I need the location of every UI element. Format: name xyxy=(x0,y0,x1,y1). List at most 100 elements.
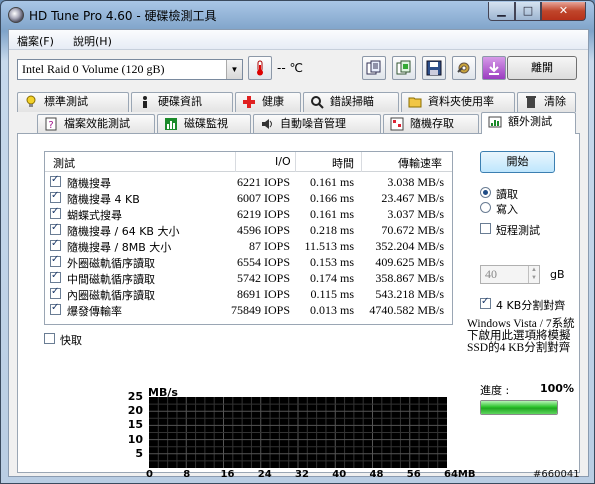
throughput-graph: MB/s 25 20 15 10 5 0 8 16 24 32 40 48 56 64MB xyxy=(18,374,476,480)
extra-tests-panel: 測試 I/O 時間 傳輸速率 隨機搜尋 6221 IOPS 0.161 ms 3.03… xyxy=(17,133,580,480)
row-checkbox[interactable] xyxy=(50,222,61,235)
read-radio-label: 讀取 xyxy=(496,188,518,201)
progress-value: 100% xyxy=(540,382,574,395)
x-tick-label: 48 xyxy=(369,469,384,480)
drive-select[interactable]: Intel Raid 0 Volume (120 gB) ▼ xyxy=(17,59,243,80)
progress-label: 進度 : xyxy=(480,384,510,397)
row-rate: 358.867 MB/s xyxy=(375,271,444,285)
maximize-button[interactable]: □ xyxy=(515,2,541,21)
quick-scan-label: 快取 xyxy=(60,334,82,347)
x-tick-label: 32 xyxy=(295,469,309,480)
tab-label: 標準測試 xyxy=(44,95,88,108)
row-test-name: 爆發傳輸率 xyxy=(67,305,122,318)
table-row[interactable]: 隨機搜尋 6221 IOPS 0.161 ms 3.038 MB/s xyxy=(45,174,452,190)
extra-tests-icon xyxy=(488,116,502,128)
row-io: 8691 IOPS xyxy=(236,287,290,301)
row-rate: 4740.582 MB/s xyxy=(369,303,444,317)
table-row[interactable]: 隨機搜尋 4 KB 6007 IOPS 0.166 ms 23.467 MB/s xyxy=(45,190,452,206)
info-icon xyxy=(143,96,147,108)
row-checkbox[interactable] xyxy=(50,190,61,203)
menu-file[interactable]: 檔案(F) xyxy=(17,33,54,49)
thermometer-icon xyxy=(248,56,272,80)
minimize-button[interactable]: ▁ xyxy=(488,2,515,21)
results-header: 測試 I/O 時間 傳輸速率 xyxy=(45,152,452,172)
table-row[interactable]: 中間磁軌循序讀取 5742 IOPS 0.174 ms 358.867 MB/s xyxy=(45,270,452,286)
row-checkbox[interactable] xyxy=(50,286,61,299)
settings-icon[interactable] xyxy=(452,56,476,80)
row-io: 75849 IOPS xyxy=(230,303,290,317)
tab-health[interactable]: 健康 xyxy=(235,92,301,112)
table-row[interactable]: 隨機搜尋 / 8MB 大小 87 IOPS 11.513 ms 352.204 MB/… xyxy=(45,238,452,254)
align-4kb-checkbox[interactable] xyxy=(480,296,491,309)
client-area: 檔案(F) 說明(H) Intel Raid 0 Volume (120 gB)… xyxy=(8,29,589,480)
table-row[interactable]: 隨機搜尋 / 64 KB 大小 4596 IOPS 0.218 ms 70.672 M… xyxy=(45,222,452,238)
tab-acoustic-management[interactable]: 自動噪音管理 xyxy=(253,114,381,134)
tab-benchmark[interactable]: 標準測試 xyxy=(17,92,129,112)
tab-disk-monitor[interactable]: 磁碟監視 xyxy=(157,114,251,134)
download-icon[interactable] xyxy=(482,56,506,80)
y-tick-label: 5 xyxy=(135,446,143,460)
table-row[interactable]: 內圈磁軌循序讀取 8691 IOPS 0.115 ms 543.218 MB/s xyxy=(45,286,452,302)
short-test-checkbox[interactable] xyxy=(480,223,491,234)
table-row[interactable]: 外圈磁軌循序讀取 6554 IOPS 0.153 ms 409.625 MB/s xyxy=(45,254,452,270)
row-time: 0.115 ms xyxy=(310,287,354,301)
row-checkbox[interactable] xyxy=(50,238,61,251)
short-test-label: 短程測試 xyxy=(496,224,540,237)
table-row[interactable]: 爆發傳輸率 75849 IOPS 0.013 ms 4740.582 MB/s xyxy=(45,302,452,318)
row-test-name: 中間磁軌循序讀取 xyxy=(67,273,155,286)
quick-scan-checkbox[interactable] xyxy=(44,333,55,344)
row-checkbox[interactable] xyxy=(50,254,61,267)
write-radio-indicator[interactable] xyxy=(480,202,491,213)
y-tick-label: 15 xyxy=(127,418,143,432)
spinner-arrows-icon[interactable]: ▲ ▼ xyxy=(528,266,539,283)
tab-folder-usage[interactable]: 資料夾使用率 xyxy=(401,92,515,112)
header-time: 時間 xyxy=(332,157,354,170)
drive-select-value: Intel Raid 0 Volume (120 gB) xyxy=(22,62,165,76)
row-rate: 70.672 MB/s xyxy=(381,223,444,237)
title-bar[interactable]: HD Tune Pro 4.60 - 硬碟檢測工具 ▁ □ ✕ xyxy=(1,1,594,29)
row-io: 6554 IOPS xyxy=(236,255,290,269)
exit-button[interactable]: 離開 xyxy=(507,56,577,80)
x-tick-label: 64MB xyxy=(444,469,476,480)
column-separator xyxy=(235,152,236,172)
menu-help[interactable]: 說明(H) xyxy=(73,33,112,49)
health-cross-icon xyxy=(243,96,255,108)
x-tick-label: 8 xyxy=(183,469,191,480)
start-button[interactable]: 開始 xyxy=(480,151,555,173)
tab-extra-tests[interactable]: 額外測試 xyxy=(481,112,576,134)
y-tick-label: 10 xyxy=(127,432,143,446)
row-rate: 3.038 MB/s xyxy=(387,175,444,189)
row-checkbox[interactable] xyxy=(50,206,61,219)
row-time: 0.161 ms xyxy=(309,207,354,221)
row-io: 6219 IOPS xyxy=(236,207,290,221)
graph-plot-area xyxy=(149,397,447,468)
table-row[interactable]: 蝴蝶式搜尋 6219 IOPS 0.161 ms 3.037 MB/s xyxy=(45,206,452,222)
watermark: #660041 xyxy=(533,469,580,480)
row-checkbox[interactable] xyxy=(50,174,61,187)
tab-drive-info[interactable]: 硬碟資訊 xyxy=(131,92,233,112)
temperature-readout: -- ℃ xyxy=(277,61,303,75)
row-checkbox[interactable] xyxy=(50,270,61,283)
close-button[interactable]: ✕ xyxy=(541,2,586,21)
row-test-name: 隨機搜尋 4 KB xyxy=(67,193,140,206)
row-test-name: 隨機搜尋 xyxy=(67,177,111,190)
row-checkbox[interactable] xyxy=(50,302,61,315)
tab-random-access[interactable]: 隨機存取 xyxy=(383,114,479,134)
row-rate: 3.037 MB/s xyxy=(387,207,444,221)
speaker-icon xyxy=(262,119,272,129)
save-icon[interactable] xyxy=(422,56,446,80)
tab-error-scan[interactable]: 錯誤掃瞄 xyxy=(303,92,399,112)
tab-label: 錯誤掃瞄 xyxy=(330,95,374,108)
chevron-down-icon[interactable]: ▼ xyxy=(226,60,242,79)
size-spinner[interactable]: 40 ▲ ▼ xyxy=(480,265,540,284)
row-test-name: 隨機搜尋 / 8MB 大小 xyxy=(67,241,172,254)
tab-erase[interactable]: 清除 xyxy=(517,92,576,112)
read-radio-indicator[interactable] xyxy=(480,187,491,198)
copy-info-icon[interactable] xyxy=(362,56,386,80)
row-rate: 352.204 MB/s xyxy=(375,239,444,253)
tab-file-benchmark[interactable]: ? 檔案效能測試 xyxy=(37,114,155,134)
toolbar: Intel Raid 0 Volume (120 gB) ▼ -- ℃ 離開 xyxy=(9,51,588,87)
copy-screenshot-icon[interactable] xyxy=(392,56,416,80)
tab-label: 資料夾使用率 xyxy=(428,95,494,108)
svg-text:?: ? xyxy=(48,120,53,131)
